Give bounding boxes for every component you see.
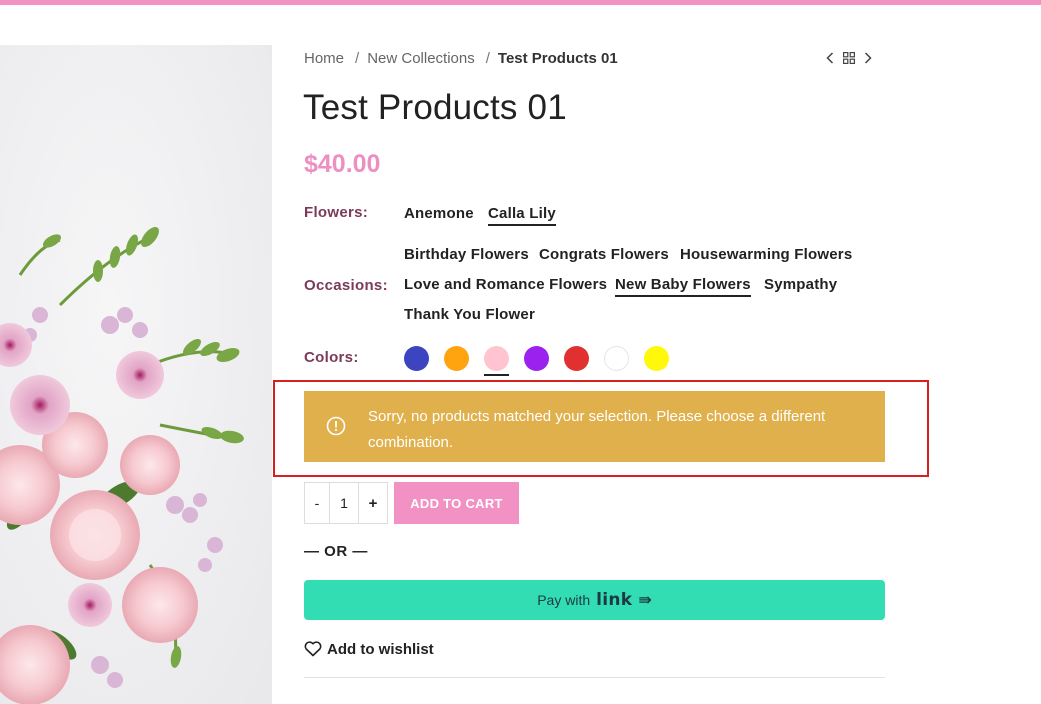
bouquet-illustration <box>0 45 272 704</box>
link-logo: link <box>596 590 633 610</box>
add-to-wishlist-link[interactable]: Add to wishlist <box>304 638 434 660</box>
occasion-option-love-romance[interactable]: Love and Romance Flowers <box>404 276 607 293</box>
occasion-option-housewarming[interactable]: Housewarming Flowers <box>680 246 852 263</box>
flower-option-calla-lily[interactable]: Calla Lily <box>488 205 556 226</box>
occasion-option-sympathy[interactable]: Sympathy <box>764 276 837 293</box>
occasion-option-thank-you[interactable]: Thank You Flower <box>404 306 535 323</box>
color-swatch-yellow[interactable] <box>644 346 669 371</box>
info-icon <box>326 416 346 436</box>
color-swatch-purple[interactable] <box>524 346 549 371</box>
quantity-input[interactable]: 1 <box>329 483 359 523</box>
chevron-right-icon[interactable] <box>864 52 872 64</box>
section-divider <box>304 677 885 678</box>
pay-with-link-button[interactable]: Pay with link ⇛ <box>304 580 885 620</box>
color-swatch-blue[interactable] <box>404 346 429 371</box>
breadcrumb-new-collections-link[interactable]: New Collections <box>367 50 475 67</box>
quantity-increase-button[interactable]: + <box>359 483 387 523</box>
heart-icon <box>304 641 322 657</box>
breadcrumb: Home / New Collections / Test Products 0… <box>304 48 618 68</box>
product-title: Test Products 01 <box>303 88 567 127</box>
selected-color-indicator <box>484 374 509 376</box>
flower-option-anemone[interactable]: Anemone <box>404 205 474 222</box>
chevron-left-icon[interactable] <box>826 52 834 64</box>
colors-label: Colors: <box>304 349 359 366</box>
breadcrumb-home-link[interactable]: Home <box>304 50 344 67</box>
top-accent-bar <box>0 0 1041 5</box>
breadcrumb-separator: / <box>355 49 360 67</box>
occasion-option-congrats[interactable]: Congrats Flowers <box>539 246 669 263</box>
grid-icon[interactable] <box>843 52 855 64</box>
wishlist-label: Add to wishlist <box>327 640 434 658</box>
color-swatch-white[interactable] <box>604 346 629 371</box>
color-swatch-orange[interactable] <box>444 346 469 371</box>
notice-text: Sorry, no products matched your selectio… <box>368 408 826 451</box>
arrow-icon: ⇛ <box>638 592 652 609</box>
quantity-decrease-button[interactable]: - <box>305 483 329 523</box>
no-match-notice: Sorry, no products matched your selectio… <box>304 391 885 462</box>
or-divider: — OR — <box>304 543 368 560</box>
product-navigation <box>826 48 872 68</box>
product-image[interactable] <box>0 45 272 704</box>
occasion-option-new-baby[interactable]: New Baby Flowers <box>615 276 751 297</box>
occasions-label: Occasions: <box>304 277 388 294</box>
color-swatch-pink[interactable] <box>484 346 509 371</box>
breadcrumb-separator: / <box>485 49 490 67</box>
flowers-label: Flowers: <box>304 204 369 221</box>
color-swatch-red[interactable] <box>564 346 589 371</box>
add-to-cart-button[interactable]: ADD TO CART <box>394 482 519 524</box>
product-price: $40.00 <box>304 150 381 178</box>
breadcrumb-current: Test Products 01 <box>497 49 618 67</box>
occasion-option-birthday[interactable]: Birthday Flowers <box>404 246 529 263</box>
quantity-stepper: - 1 + <box>304 482 388 524</box>
pay-with-text: Pay with <box>537 592 591 608</box>
